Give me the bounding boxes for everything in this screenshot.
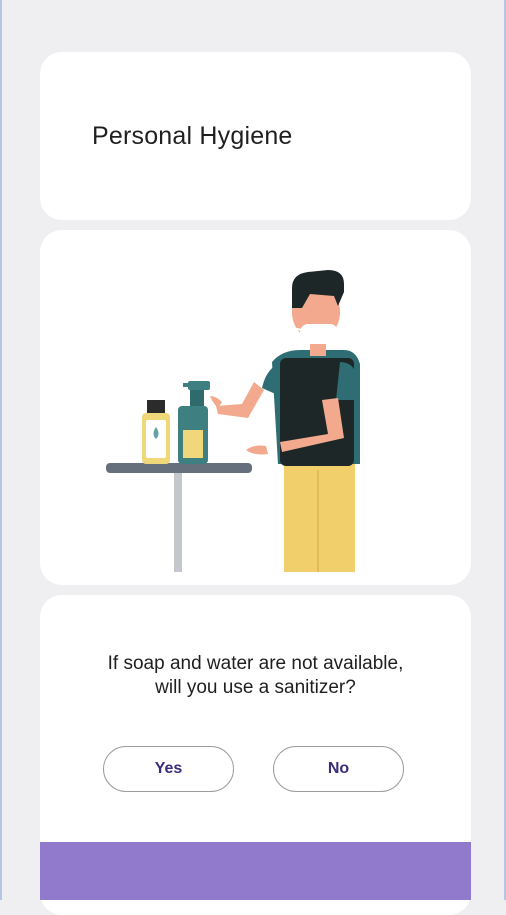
- spray-bottle-icon: [178, 381, 210, 464]
- question-line-2: will you use a sanitizer?: [155, 677, 356, 698]
- no-button[interactable]: No: [273, 746, 404, 792]
- person-body: [262, 350, 360, 466]
- question-line-1: If soap and water are not available,: [107, 653, 404, 674]
- app-frame: Personal Hygiene If soap and water are n…: [0, 0, 506, 915]
- person-head: [291, 270, 345, 356]
- illustration-card: [40, 230, 471, 585]
- bottom-action-bar[interactable]: [40, 842, 471, 900]
- bottle-icon: [142, 400, 170, 464]
- title-card: Personal Hygiene: [40, 52, 471, 220]
- person-sanitizing-hands-illustration: [106, 270, 360, 572]
- question-text: If soap and water are not available, wil…: [60, 652, 451, 700]
- table-icon: [106, 463, 252, 572]
- page-title: Personal Hygiene: [92, 122, 293, 150]
- yes-button[interactable]: Yes: [103, 746, 234, 792]
- person-legs: [284, 464, 355, 572]
